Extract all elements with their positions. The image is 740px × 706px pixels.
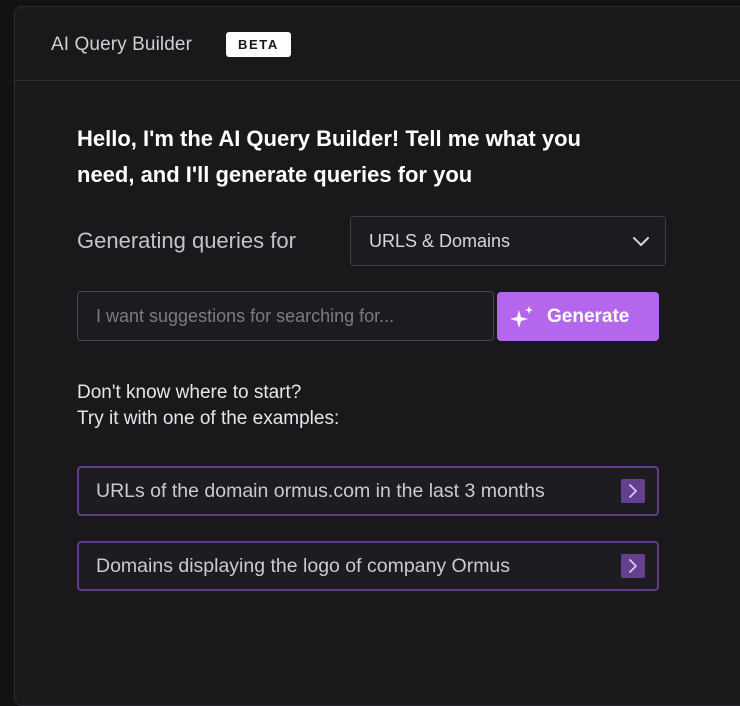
query-type-select[interactable]: URLS & Domains [350, 216, 666, 266]
sparkle-icon [510, 306, 533, 328]
query-input[interactable] [77, 291, 494, 341]
panel-title: AI Query Builder [51, 34, 192, 55]
greeting-line-1: Hello, I'm the AI Query Builder! Tell me… [77, 126, 581, 151]
generate-button[interactable]: Generate [497, 292, 659, 341]
example-arrow [621, 554, 645, 578]
generating-label: Generating queries for [77, 228, 296, 253]
query-builder-panel: AI Query Builder BETA Hello, I'm the AI … [14, 6, 740, 706]
chevron-right-icon [629, 559, 637, 573]
chevron-down-icon [633, 237, 649, 246]
panel-header: AI Query Builder BETA [15, 7, 740, 81]
hint-text: Don't know where to start? Try it with o… [77, 380, 339, 432]
example-label: Domains displaying the logo of company O… [96, 555, 511, 577]
example-arrow [621, 479, 645, 503]
hint-line-2: Try it with one of the examples: [77, 408, 340, 429]
hint-line-1: Don't know where to start? [77, 382, 302, 403]
query-type-value: URLS & Domains [369, 231, 511, 251]
beta-badge: BETA [226, 32, 291, 57]
greeting-text: Hello, I'm the AI Query Builder! Tell me… [77, 121, 657, 193]
chevron-right-icon [629, 484, 637, 498]
generate-label: Generate [547, 306, 630, 327]
example-item-ormus-logo[interactable]: Domains displaying the logo of company O… [77, 541, 659, 591]
example-item-ormus-urls[interactable]: URLs of the domain ormus.com in the last… [77, 466, 659, 516]
greeting-line-2: need, and I'll generate queries for you [77, 162, 473, 187]
example-label: URLs of the domain ormus.com in the last… [96, 480, 545, 502]
